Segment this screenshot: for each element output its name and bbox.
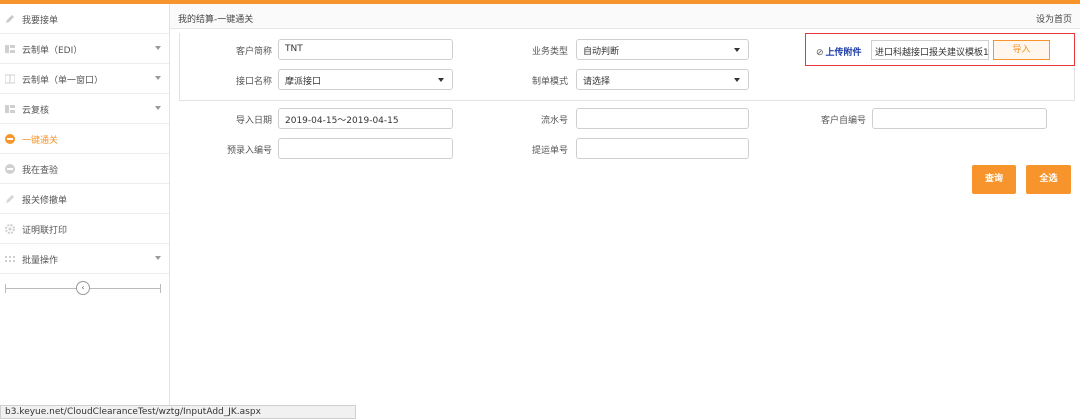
query-button[interactable]: 查询 [972, 165, 1016, 194]
sidebar-item-label: 云制单（EDI） [22, 46, 83, 56]
pencil-icon [5, 194, 15, 204]
import-date-input[interactable]: 2019-04-15～2019-04-15 [278, 108, 453, 129]
upload-attachment-link[interactable]: ⊘ 上传附件 [816, 45, 862, 58]
sidebar-item-batch-ops[interactable]: 批量操作 [0, 244, 169, 274]
select-all-button[interactable]: 全选 [1026, 165, 1071, 194]
import-button[interactable]: 导入 [993, 40, 1050, 60]
sidebar-item-label: 批量操作 [22, 256, 59, 266]
customer-short-label: 客户简称 [235, 47, 272, 57]
sidebar-item-label: 报关修撤单 [22, 196, 68, 206]
sidebar-item-modify-cancel[interactable]: 报关修撤单 [0, 184, 169, 214]
paperclip-icon: ⊘ [816, 48, 824, 58]
serial-number-input[interactable] [576, 108, 749, 129]
chevron-down-icon [155, 106, 161, 110]
grid-icon [5, 74, 15, 84]
serial-number-label: 流水号 [540, 116, 568, 126]
gear-icon [5, 224, 15, 234]
form-mode-label: 制单模式 [531, 77, 568, 87]
collapse-sidebar-button[interactable]: ‹ [76, 281, 90, 295]
form-mode-value: 请选择 [583, 77, 611, 87]
bill-number-input[interactable] [576, 138, 749, 159]
customer-number-input[interactable] [872, 108, 1047, 129]
chevron-down-icon [155, 256, 161, 260]
chevron-down-icon [155, 76, 161, 80]
chevron-down-icon [155, 46, 161, 50]
business-type-value: 自动判断 [583, 47, 620, 57]
sidebar-item-label: 证明联打印 [22, 226, 68, 236]
sidebar-item-take-order[interactable]: 我要接单 [0, 4, 169, 34]
sidebar-item-cloud-review[interactable]: 云复核 [0, 94, 169, 124]
chevron-down-icon [438, 78, 444, 82]
chevron-down-icon [734, 78, 740, 82]
sidebar-collapse-bar: ‹ [0, 274, 169, 302]
customer-number-label: 客户自编号 [820, 116, 866, 126]
chevron-down-icon [734, 48, 740, 52]
sidebar-item-cloud-single-window[interactable]: 云制单（单一窗口） [0, 64, 169, 94]
sidebar-item-cloud-edi[interactable]: 云制单（EDI） [0, 34, 169, 64]
sidebar-item-label: 我在查验 [22, 166, 59, 176]
grid-icon [5, 44, 15, 54]
sidebar-item-inspection[interactable]: 我在查验 [0, 154, 169, 184]
upload-attachment-box: ⊘ 上传附件 进口科越接口报关建议模板1( 导入 [805, 33, 1075, 66]
sidebar-item-label: 云复核 [22, 106, 50, 116]
sidebar-item-label: 云制单（单一窗口） [22, 76, 104, 86]
page-header: 我的结算-一键通关 设为首页 [170, 4, 1080, 29]
sidebar-item-one-click-clearance[interactable]: 一键通关 [0, 124, 169, 154]
import-date-label: 导入日期 [235, 116, 272, 126]
breadcrumb: 我的结算-一键通关 [178, 15, 254, 25]
pre-entry-number-label: 预录入编号 [226, 146, 272, 156]
interface-name-select[interactable]: 摩派接口 [278, 69, 453, 90]
sidebar-item-certificate-print[interactable]: 证明联打印 [0, 214, 169, 244]
interface-name-label: 接口名称 [235, 77, 272, 87]
pre-entry-number-input[interactable] [278, 138, 453, 159]
interface-name-value: 摩派接口 [285, 77, 322, 87]
business-type-select[interactable]: 自动判断 [576, 39, 749, 60]
pencil-icon [5, 14, 15, 24]
form-mode-select[interactable]: 请选择 [576, 69, 749, 90]
grid-icon [5, 104, 15, 114]
sidebar: 我要接单 云制单（EDI） 云制单（单一窗口） 云复核 一键通关 我在查验 报关… [0, 4, 170, 419]
upload-file-name[interactable]: 进口科越接口报关建议模板1( [871, 40, 989, 60]
sidebar-item-label: 一键通关 [22, 136, 59, 146]
set-homepage-link[interactable]: 设为首页 [1036, 12, 1072, 25]
business-type-label: 业务类型 [531, 47, 568, 57]
customer-short-input[interactable]: TNT [278, 39, 453, 60]
minus-circle-icon [5, 164, 15, 174]
upload-attachment-label: 上传附件 [825, 48, 862, 58]
bill-number-label: 提运单号 [531, 146, 568, 156]
minus-circle-icon [5, 134, 15, 144]
sidebar-item-label: 我要接单 [22, 16, 59, 26]
dots-grid-icon [5, 254, 15, 264]
browser-status-url: b3.keyue.net/CloudClearanceTest/wztg/Inp… [0, 405, 356, 419]
